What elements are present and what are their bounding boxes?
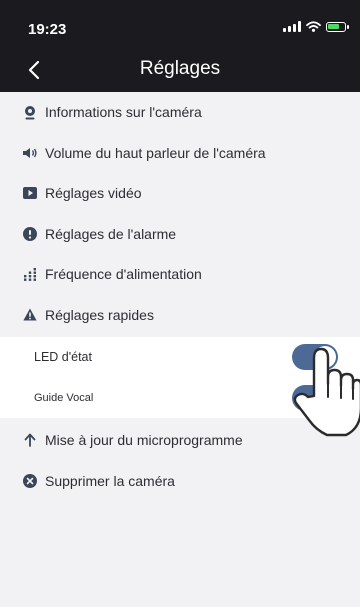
menu-item-label: Informations sur l'caméra: [45, 104, 202, 121]
camera-icon: [22, 104, 38, 120]
menu-item-video-settings[interactable]: Réglages vidéo: [0, 173, 360, 214]
header: 19:23 Réglages: [0, 0, 360, 92]
status-time: 19:23: [28, 21, 67, 38]
battery-icon: [326, 21, 349, 32]
menu-item-camera-info[interactable]: Informations sur l'caméra: [0, 92, 360, 133]
arrow-up-icon: [22, 432, 38, 448]
signal-icon: [283, 21, 301, 32]
status-icons: [283, 21, 349, 32]
menu-item-label: Mise à jour du microprogramme: [45, 432, 243, 449]
quick-setting-label: LED d'état: [34, 350, 92, 365]
menu-item-alarm-settings[interactable]: Réglages de l'alarme: [0, 214, 360, 255]
menu-item-label: Réglages rapides: [45, 306, 154, 323]
settings-menu: Informations sur l'caméra Volume du haut…: [0, 92, 360, 501]
frequency-icon: [22, 266, 38, 282]
status-bar: 19:23: [0, 0, 360, 52]
tap-hand-icon: [293, 347, 360, 437]
menu-item-label: Fréquence d'alimentation: [45, 266, 202, 283]
menu-item-speaker-volume[interactable]: Volume du haut parleur de l'caméra: [0, 133, 360, 174]
menu-item-power-frequency[interactable]: Fréquence d'alimentation: [0, 254, 360, 295]
menu-item-quick-settings[interactable]: Réglages rapides: [0, 295, 360, 336]
quick-setting-label: Guide Vocal: [34, 391, 94, 404]
page-title: Réglages: [139, 58, 221, 79]
warning-icon: [22, 307, 38, 323]
alarm-icon: [22, 226, 38, 242]
menu-item-label: Supprimer la caméra: [45, 472, 175, 489]
menu-item-label: Réglages de l'alarme: [45, 225, 177, 242]
menu-item-delete-camera[interactable]: Supprimer la caméra: [0, 461, 360, 502]
menu-item-label: Réglages vidéo: [45, 185, 142, 202]
menu-item-label: Volume du haut parleur de l'caméra: [45, 144, 266, 161]
delete-icon: [22, 473, 38, 489]
speaker-icon: [22, 145, 38, 161]
wifi-icon: [306, 21, 321, 32]
video-icon: [22, 185, 38, 201]
